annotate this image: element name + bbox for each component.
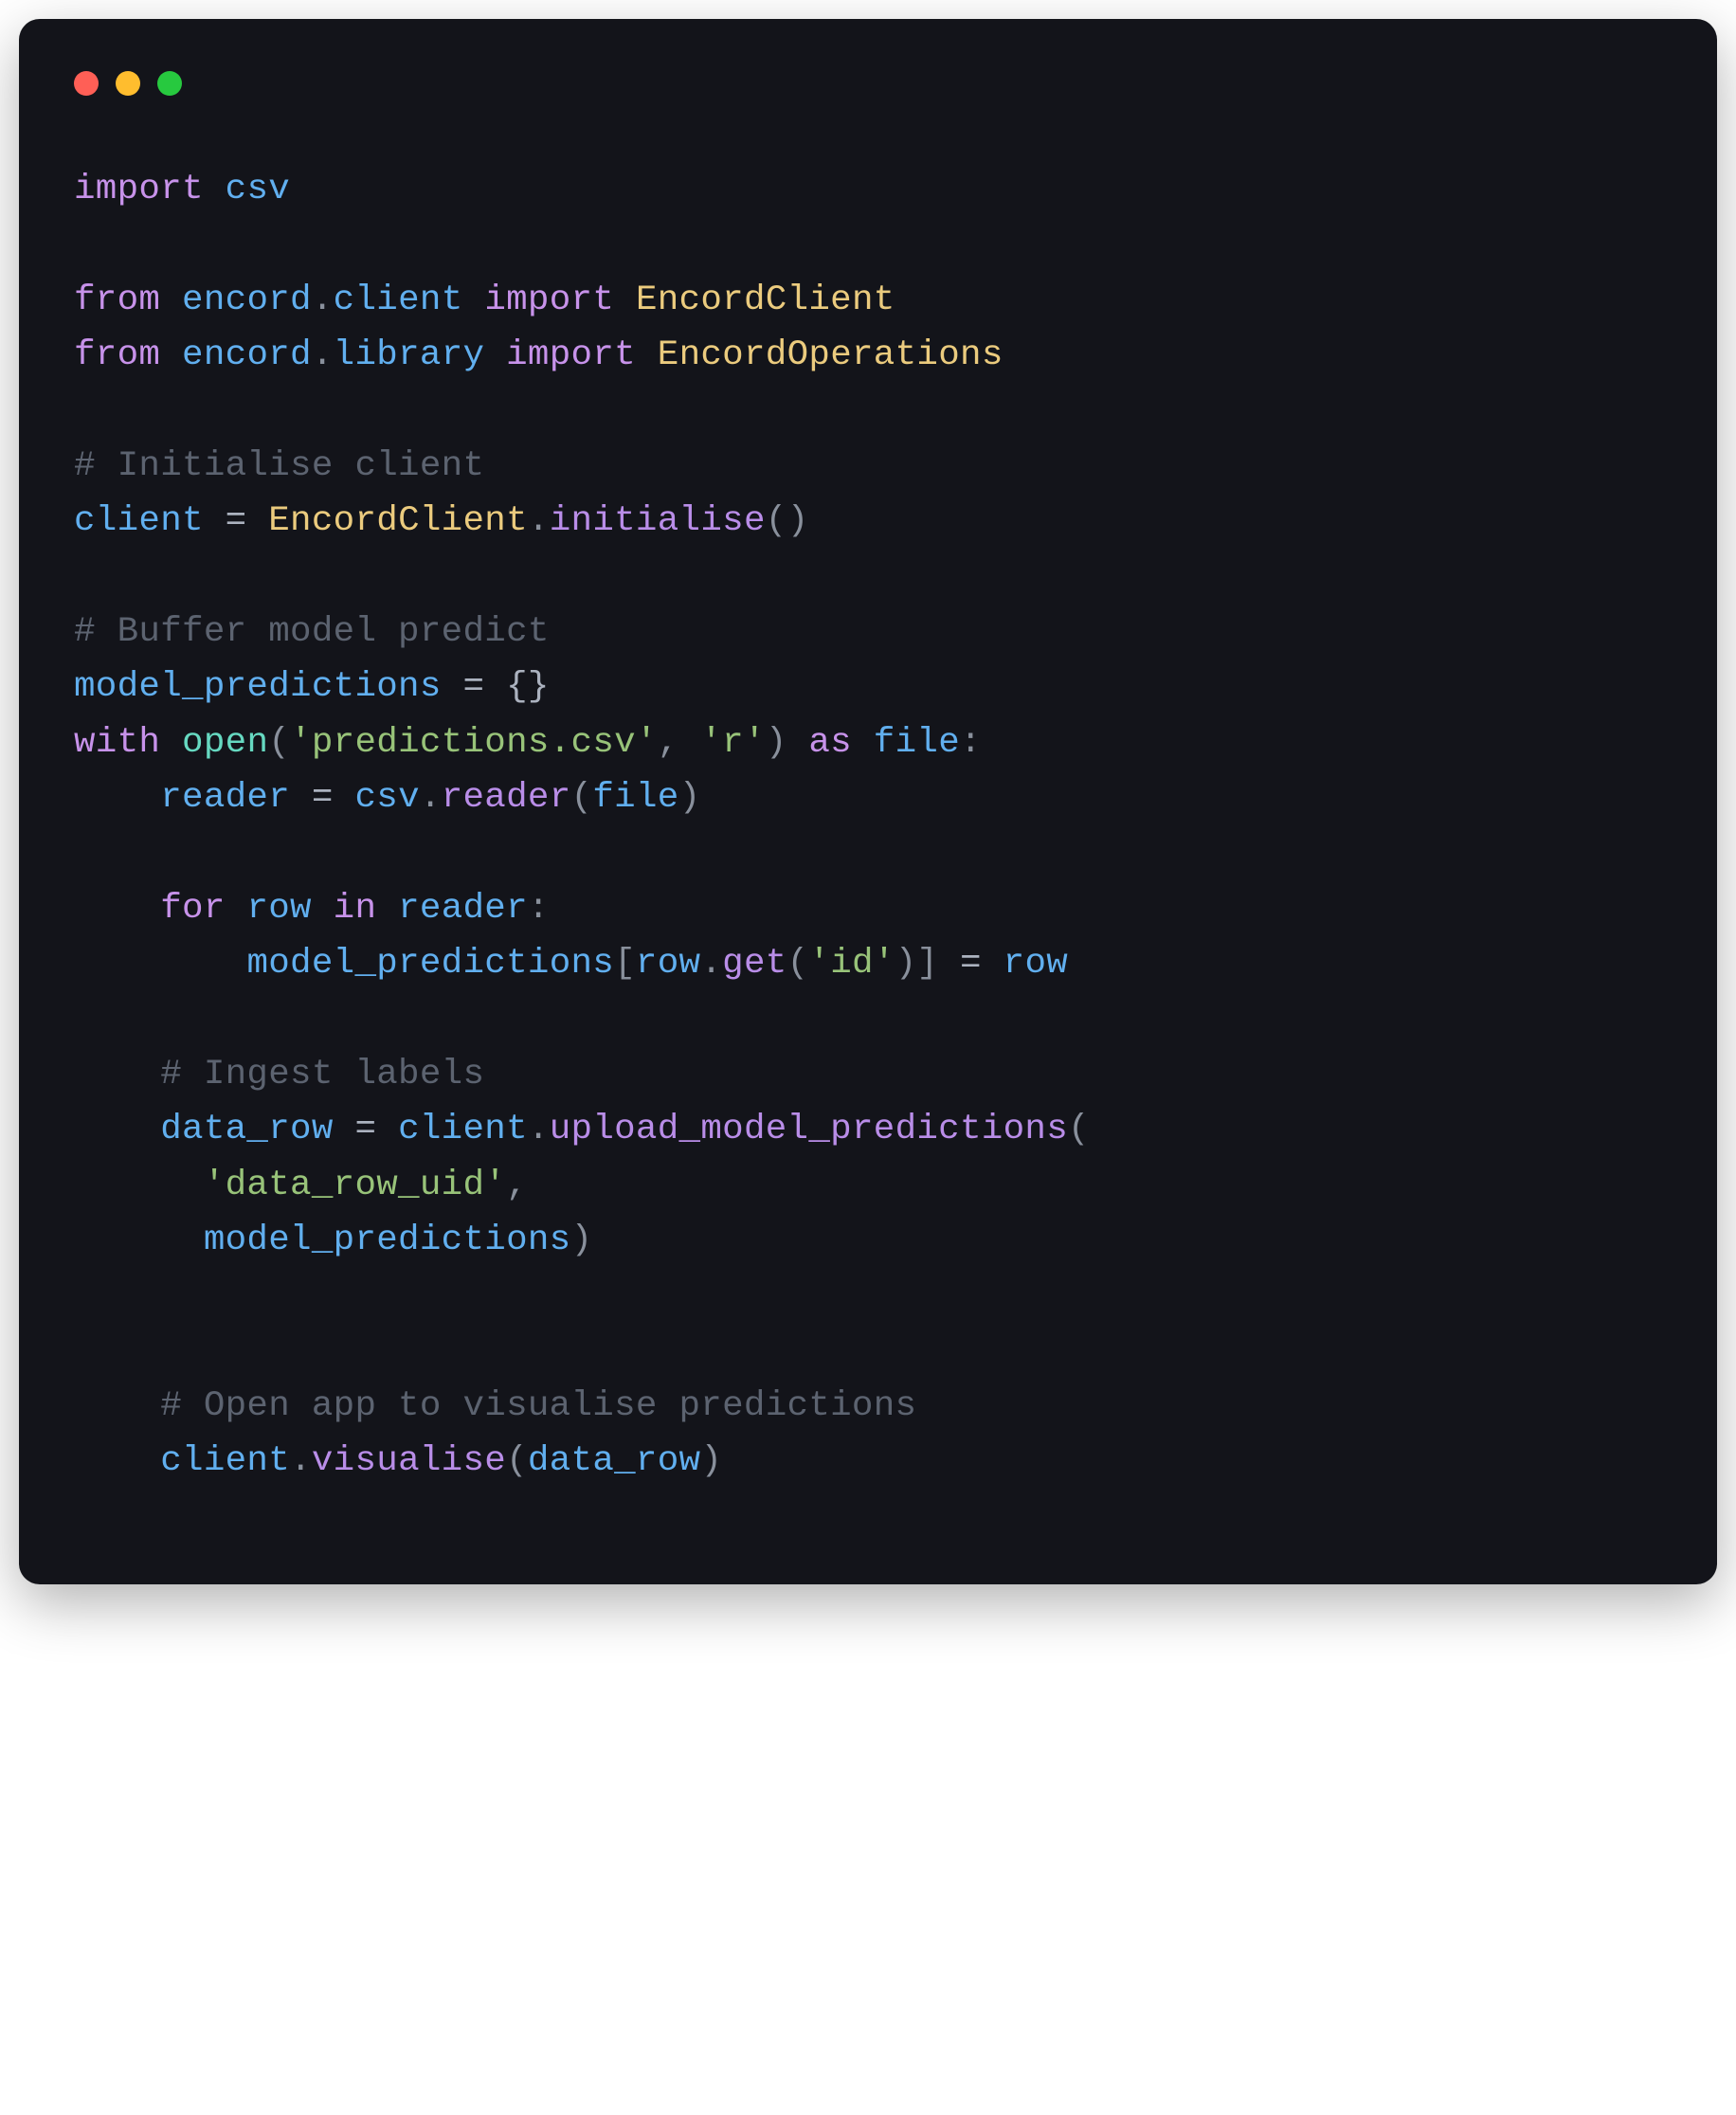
keyword-import: import: [74, 170, 204, 209]
keyword-in: in: [334, 889, 377, 929]
keyword-with: with: [74, 723, 160, 763]
blank-line: [74, 992, 1662, 1047]
blank-line: [74, 826, 1662, 881]
variable: row: [1004, 944, 1068, 984]
code-line: from encord.client import EncordClient: [74, 273, 1662, 329]
keyword-for: for: [160, 889, 225, 929]
code-line: import csv: [74, 162, 1662, 218]
variable: client: [398, 1110, 528, 1149]
variable: file: [874, 723, 960, 763]
comment: # Open app to visualise predictions: [160, 1386, 916, 1426]
keyword-as: as: [787, 723, 874, 763]
code-line: data_row = client.upload_model_predictio…: [74, 1102, 1662, 1158]
comment: # Initialise client: [74, 446, 484, 486]
code-line: # Initialise client: [74, 439, 1662, 495]
window-controls: [74, 71, 1662, 96]
blank-line: [74, 1269, 1662, 1324]
variable: client: [160, 1441, 290, 1481]
module-name: library: [334, 335, 485, 375]
code-line: client.visualise(data_row): [74, 1434, 1662, 1490]
variable: client: [74, 501, 204, 541]
module-name: csv: [226, 170, 290, 209]
variable: model_predictions: [246, 944, 614, 984]
builtin-function: open: [182, 723, 268, 763]
module-name: client: [334, 280, 463, 320]
close-icon[interactable]: [74, 71, 99, 96]
module-name: encord: [182, 280, 312, 320]
function-name: get: [722, 944, 787, 984]
variable: row: [636, 944, 700, 984]
blank-line: [74, 1324, 1662, 1379]
code-line: from encord.library import EncordOperati…: [74, 328, 1662, 384]
code-line: for row in reader:: [74, 881, 1662, 937]
module-name: encord: [182, 335, 312, 375]
blank-line: [74, 550, 1662, 605]
keyword-import: import: [484, 280, 614, 320]
code-line: # Ingest labels: [74, 1047, 1662, 1103]
variable: file: [592, 778, 678, 818]
code-line: model_predictions[row.get('id')] = row: [74, 936, 1662, 992]
variable: data_row: [160, 1110, 333, 1149]
class-name: EncordClient: [636, 280, 895, 320]
variable: model_predictions: [204, 1220, 571, 1260]
code-window: import csv from encord.client import Enco…: [19, 19, 1717, 1584]
comment: # Buffer model predict: [74, 612, 550, 652]
variable: row: [226, 889, 334, 929]
keyword-from: from: [74, 335, 160, 375]
keyword-from: from: [74, 280, 160, 320]
code-line: model_predictions): [74, 1213, 1662, 1269]
blank-line: [74, 218, 1662, 273]
code-editor[interactable]: import csv from encord.client import Enco…: [74, 162, 1662, 1490]
module-name: csv: [354, 778, 419, 818]
code-line: client = EncordClient.initialise(): [74, 494, 1662, 550]
variable: reader: [160, 778, 290, 818]
string-literal: 'r': [700, 723, 765, 763]
class-name: EncordClient: [268, 501, 528, 541]
code-line: with open('predictions.csv', 'r') as fil…: [74, 715, 1662, 771]
function-name: upload_model_predictions: [550, 1110, 1068, 1149]
variable: reader: [376, 889, 528, 929]
blank-line: [74, 384, 1662, 439]
variable: model_predictions: [74, 667, 442, 707]
string-literal: 'predictions.csv': [290, 723, 658, 763]
keyword-import: import: [506, 335, 636, 375]
code-line: model_predictions = {}: [74, 660, 1662, 715]
code-line: # Buffer model predict: [74, 605, 1662, 660]
comment: # Ingest labels: [160, 1055, 484, 1094]
code-line: reader = csv.reader(file): [74, 770, 1662, 826]
code-line: # Open app to visualise predictions: [74, 1379, 1662, 1435]
variable: data_row: [528, 1441, 700, 1481]
code-line: 'data_row_uid',: [74, 1158, 1662, 1214]
function-name: reader: [442, 778, 571, 818]
class-name: EncordOperations: [658, 335, 1004, 375]
maximize-icon[interactable]: [157, 71, 182, 96]
function-name: initialise: [550, 501, 766, 541]
string-literal: 'data_row_uid': [204, 1166, 506, 1205]
string-literal: 'id': [808, 944, 895, 984]
minimize-icon[interactable]: [116, 71, 140, 96]
function-name: visualise: [312, 1441, 506, 1481]
